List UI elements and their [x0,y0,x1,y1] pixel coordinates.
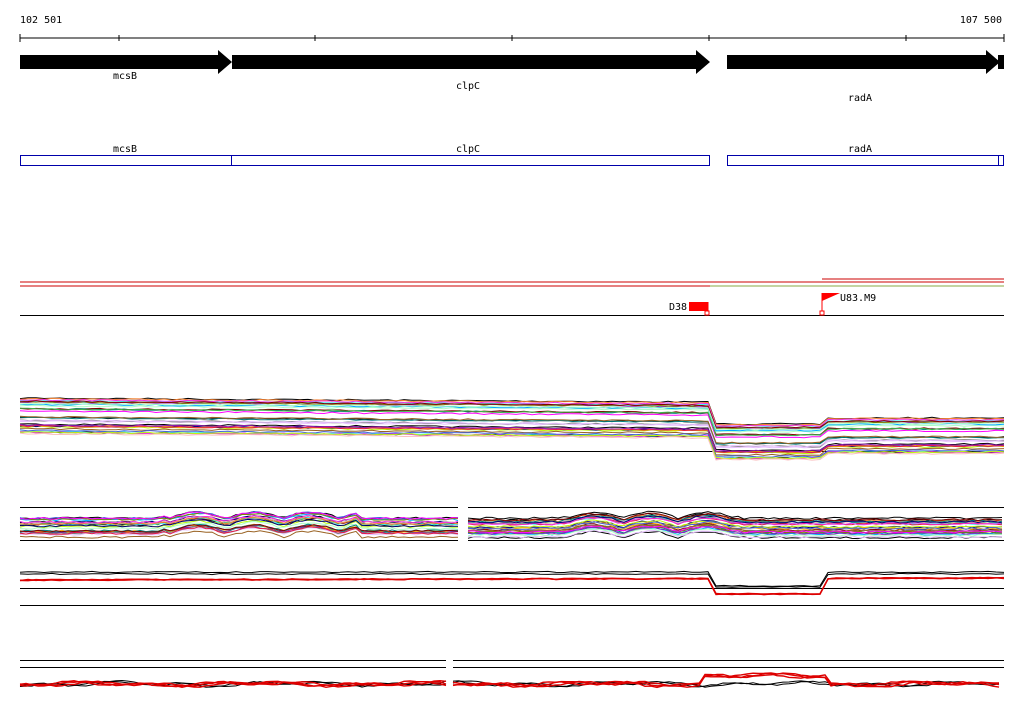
gene-arrow-radA[interactable] [727,50,1000,74]
gene-arrow-next[interactable] [998,55,1004,69]
profile-track-3[interactable] [19,570,1005,606]
profile-line [467,510,1003,520]
gene-mcsB[interactable]: mcsB [20,50,232,82]
coordinate-ruler: 102 501 107 500 [19,15,1005,42]
profile-track-4[interactable] [19,660,1004,689]
gene-label-mcsB: mcsB [113,71,137,82]
gene-arrow-clpC[interactable] [232,50,710,74]
marker-label-U83M9: U83.M9 [840,293,876,304]
gene-label-clpC: clpC [456,81,480,92]
ruler-end-label: 107 500 [960,15,1002,26]
gene-label-radA: radA [848,93,872,104]
marker-flag-U83M9[interactable] [822,293,840,301]
region-label-radA: radA [848,144,872,155]
marker-U83M9[interactable]: U83.M9 [819,293,876,316]
region-label-mcsB: mcsB [113,144,137,155]
marker-anchor [819,310,825,316]
region-box-radA[interactable] [727,155,999,166]
region-label-clpC: clpC [456,144,480,155]
ruler-start-label: 102 501 [20,15,62,26]
gene-radA[interactable]: radA [727,50,1004,104]
profile-track-2[interactable] [19,507,1004,541]
region-box-next[interactable] [998,155,1004,166]
region-box-mcsB[interactable] [20,155,232,166]
profile-track-1[interactable] [19,397,1005,461]
marker-anchor [704,310,710,316]
marker-D38[interactable]: D38 [669,302,710,316]
genome-browser-view[interactable]: 102 501 107 500 mcsB clpC radA mcsB clpC [0,0,1024,714]
profile-line [19,576,1005,596]
region-box-clpC[interactable] [231,155,710,166]
marker-label-D38: D38 [669,302,687,313]
region-track: mcsB clpC radA [20,144,1004,166]
gene-track: mcsB clpC radA [20,50,1004,104]
gene-clpC[interactable]: clpC [232,50,710,92]
marker-flag-D38[interactable] [689,302,708,311]
marker-track: D38 U83.M9 [20,278,1004,316]
